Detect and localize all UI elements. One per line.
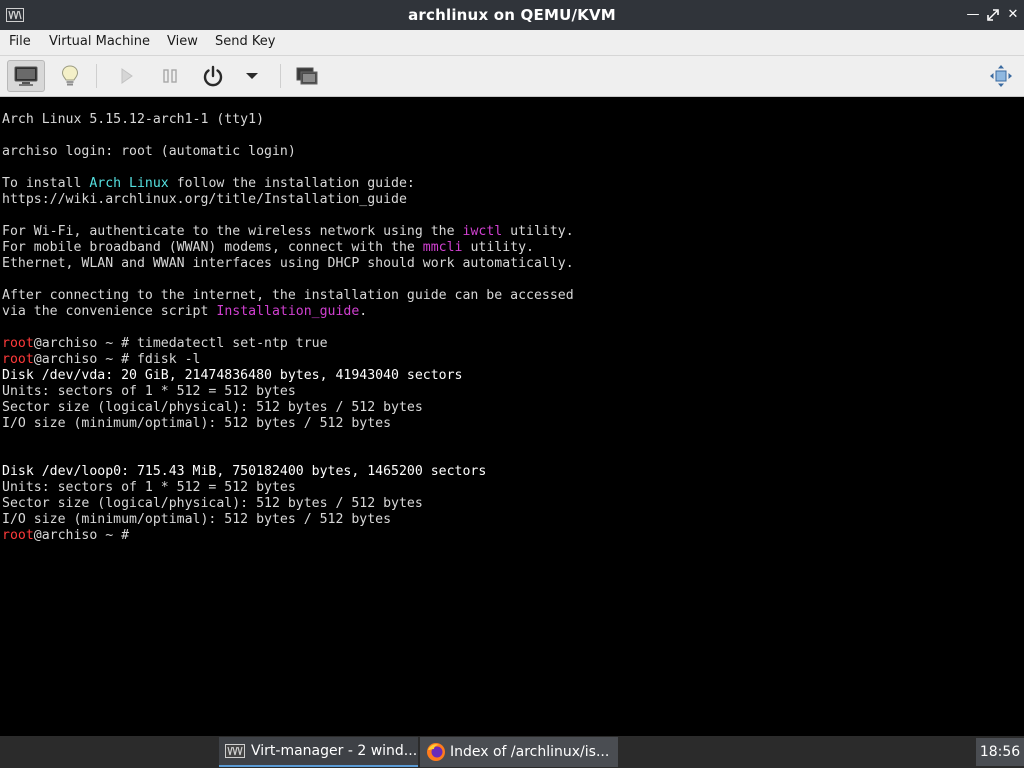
console-line: I/O size (minimum/optimal): 512 bytes / … xyxy=(2,416,392,431)
toolbar-separator xyxy=(280,64,281,88)
highlight-text: Installation_guide xyxy=(216,304,360,319)
firefox-icon xyxy=(427,743,445,761)
menu-bar: File Virtual Machine View Send Key xyxy=(0,30,1024,56)
prompt-user: root xyxy=(2,528,34,543)
window-title: archlinux on QEMU/KVM xyxy=(408,6,616,24)
console-line: via the convenience script Installation_… xyxy=(2,304,368,319)
highlight-text: Arch Linux xyxy=(89,176,169,191)
resize-to-vm-button[interactable] xyxy=(982,60,1020,92)
console-line: archiso login: root (automatic login) xyxy=(2,144,296,159)
pause-icon xyxy=(163,69,177,83)
minimize-icon[interactable]: — xyxy=(964,6,982,24)
console-line: root@archiso ~ # xyxy=(2,528,130,543)
console-line: Sector size (logical/physical): 512 byte… xyxy=(2,496,423,511)
pause-button[interactable] xyxy=(151,60,189,92)
run-button[interactable] xyxy=(107,60,145,92)
dropdown-arrow-icon xyxy=(246,73,258,79)
run-icon xyxy=(121,68,133,84)
console-icon xyxy=(14,66,38,86)
highlight-text: iwctl xyxy=(462,224,503,239)
console-line: Disk /dev/loop0: 715.43 MiB, 750182400 b… xyxy=(2,464,487,479)
highlight-text: mmcli xyxy=(422,240,463,255)
taskbar: Virt-manager - 2 wind... Index of /archl… xyxy=(0,736,1024,768)
menu-virtual-machine[interactable]: Virtual Machine xyxy=(49,34,150,49)
maximize-icon[interactable] xyxy=(984,6,1002,24)
prompt-user: root xyxy=(2,352,34,367)
shutdown-dropdown-button[interactable] xyxy=(234,60,270,92)
console-line: Disk /dev/vda: 20 GiB, 21474836480 bytes… xyxy=(2,368,463,383)
snapshots-button[interactable] xyxy=(288,60,326,92)
console-line: Units: sectors of 1 * 512 = 512 bytes xyxy=(2,384,296,399)
console-line: Units: sectors of 1 * 512 = 512 bytes xyxy=(2,480,296,495)
vm-console-display[interactable]: Arch Linux 5.15.12-arch1-1 (tty1) archis… xyxy=(2,98,1024,736)
taskbar-item-label: Index of /archlinux/is... xyxy=(450,744,610,760)
title-bar[interactable]: archlinux on QEMU/KVM — ✕ xyxy=(0,0,1024,30)
console-line: I/O size (minimum/optimal): 512 bytes / … xyxy=(2,512,392,527)
resize-fullscreen-icon xyxy=(990,65,1012,87)
virt-manager-app-icon xyxy=(225,744,245,758)
console-line: To install Arch Linux follow the install… xyxy=(2,176,415,191)
toolbar-separator xyxy=(96,64,97,88)
console-line: Ethernet, WLAN and WWAN interfaces using… xyxy=(2,256,574,271)
console-line: Arch Linux 5.15.12-arch1-1 (tty1) xyxy=(2,112,265,127)
console-line: For mobile broadband (WWAN) modems, conn… xyxy=(2,240,534,255)
snapshots-icon xyxy=(296,67,318,85)
taskbar-item-firefox[interactable]: Index of /archlinux/is... xyxy=(420,737,618,767)
close-icon[interactable]: ✕ xyxy=(1004,6,1022,24)
console-line: root@archiso ~ # timedatectl set-ntp tru… xyxy=(2,336,328,351)
details-lightbulb-icon xyxy=(61,65,79,86)
taskbar-item-label: Virt-manager - 2 wind... xyxy=(251,743,418,759)
menu-view[interactable]: View xyxy=(167,34,198,49)
console-view-button[interactable] xyxy=(7,60,45,92)
console-line: After connecting to the internet, the in… xyxy=(2,288,574,303)
menu-send-key[interactable]: Send Key xyxy=(215,34,275,49)
clock[interactable]: 18:56 xyxy=(976,738,1024,766)
console-line: For Wi-Fi, authenticate to the wireless … xyxy=(2,224,574,239)
details-view-button[interactable] xyxy=(51,60,89,92)
console-line: Sector size (logical/physical): 512 byte… xyxy=(2,400,423,415)
menu-file[interactable]: File xyxy=(9,34,31,49)
toolbar xyxy=(0,56,1024,97)
shutdown-button[interactable] xyxy=(194,60,232,92)
prompt-user: root xyxy=(2,336,34,351)
vm-window: archlinux on QEMU/KVM — ✕ File Virtual M… xyxy=(0,0,1024,736)
console-line: https://wiki.archlinux.org/title/Install… xyxy=(2,192,407,207)
power-icon xyxy=(203,65,223,87)
console-line: root@archiso ~ # fdisk -l xyxy=(2,352,201,367)
taskbar-item-virt-manager[interactable]: Virt-manager - 2 wind... xyxy=(219,737,418,767)
